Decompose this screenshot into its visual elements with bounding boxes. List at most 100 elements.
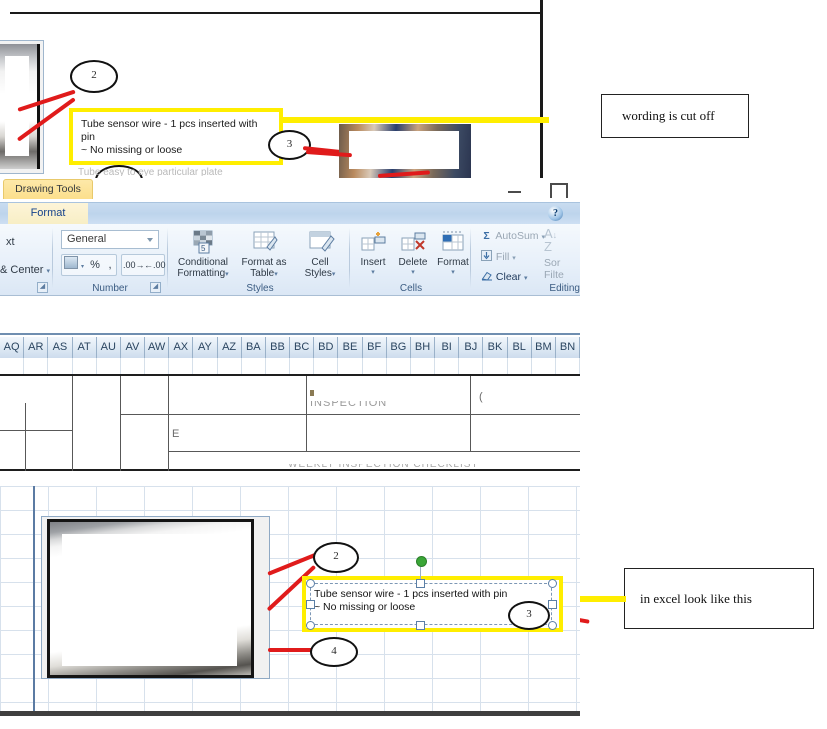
resize-handle-top-left[interactable] — [306, 579, 315, 588]
comma-style-button[interactable]: , — [103, 254, 117, 276]
resize-handle-middle-right[interactable] — [548, 600, 557, 609]
delete-cells-button[interactable]: Delete ▾ — [393, 229, 433, 276]
inspection-photo[interactable] — [47, 519, 254, 678]
column-header-AX[interactable]: AX — [169, 337, 194, 358]
resize-handle-top-center[interactable] — [416, 579, 425, 588]
column-header-BN[interactable]: BN — [556, 337, 580, 358]
grid-cell[interactable] — [97, 358, 121, 374]
resize-handle-bottom-center[interactable] — [416, 621, 425, 630]
alignment-dialog-launcher[interactable]: ◢ — [37, 282, 48, 293]
sort-az-icon: A↓ Z — [544, 226, 558, 254]
table-divider — [25, 403, 26, 471]
grid-cell[interactable] — [242, 358, 266, 374]
grid-cell[interactable] — [314, 358, 339, 374]
column-header-AW[interactable]: AW — [145, 337, 170, 358]
conditional-formatting-label-2: Formatting — [177, 268, 226, 279]
table-divider — [168, 376, 169, 471]
grid-cell[interactable] — [363, 358, 387, 374]
accounting-format-button[interactable]: ▾ — [62, 254, 86, 276]
decrease-decimal-button[interactable]: ←.00 — [143, 254, 166, 276]
grid-cell[interactable] — [532, 358, 556, 374]
column-header-AQ[interactable]: AQ — [0, 337, 25, 358]
column-header-AR[interactable]: AR — [24, 337, 49, 358]
column-header-AV[interactable]: AV — [121, 337, 146, 358]
column-header-BD[interactable]: BD — [314, 337, 339, 358]
merge-and-center-button[interactable]: & Center ▾ — [0, 264, 50, 276]
column-header-BK[interactable]: BK — [483, 337, 508, 358]
number-dialog-launcher[interactable]: ◢ — [150, 282, 161, 293]
eraser-icon — [480, 270, 493, 283]
column-header-AT[interactable]: AT — [73, 337, 97, 358]
column-header-AS[interactable]: AS — [48, 337, 73, 358]
clear-button[interactable]: Clear ▾ — [480, 270, 527, 283]
inspection-photo-container[interactable] — [41, 516, 270, 679]
ghost-paren: ( — [479, 391, 483, 403]
rotation-handle[interactable] — [416, 556, 427, 567]
conditional-formatting-icon: 5 — [188, 229, 218, 255]
column-header-BL[interactable]: BL — [508, 337, 532, 358]
grid-cell[interactable] — [435, 358, 460, 374]
grid-cell[interactable] — [193, 358, 218, 374]
table-divider — [168, 451, 580, 452]
conditional-formatting-button[interactable]: 5 Conditional Formatting▾ — [172, 229, 234, 280]
grid-cell[interactable] — [0, 358, 25, 374]
grid-cell[interactable] — [266, 358, 291, 374]
fill-down-icon — [480, 250, 493, 263]
minimize-button[interactable] — [508, 180, 526, 198]
column-header-BB[interactable]: BB — [266, 337, 291, 358]
column-header-BH[interactable]: BH — [411, 337, 436, 358]
grid-cell[interactable] — [121, 358, 146, 374]
grid-cell[interactable] — [169, 358, 194, 374]
grid-cell[interactable] — [508, 358, 532, 374]
column-header-BM[interactable]: BM — [532, 337, 556, 358]
column-header-AU[interactable]: AU — [97, 337, 121, 358]
autosum-button[interactable]: Σ AutoSum ▾ — [480, 230, 545, 242]
cell-styles-label-1: Cell — [311, 257, 329, 268]
wrap-text-button[interactable]: xt — [6, 236, 15, 248]
grid-cell[interactable] — [218, 358, 242, 374]
resize-handle-bottom-right[interactable] — [548, 621, 557, 630]
column-header-BJ[interactable]: BJ — [459, 337, 484, 358]
column-header-BA[interactable]: BA — [242, 337, 266, 358]
format-as-table-button[interactable]: Format as Table▾ — [236, 229, 292, 280]
sort-and-filter-button[interactable]: A↓ Z Sor Filte — [544, 226, 564, 281]
maximize-button[interactable] — [550, 180, 570, 198]
number-format-combo[interactable]: General — [61, 230, 159, 249]
column-header-BF[interactable]: BF — [363, 337, 387, 358]
increase-decimal-button[interactable]: .00→ — [122, 254, 145, 276]
fill-label: Fill — [495, 251, 510, 263]
grid-cell[interactable] — [24, 358, 49, 374]
insert-cells-button[interactable]: Insert ▾ — [354, 229, 392, 276]
resize-handle-middle-left[interactable] — [306, 600, 315, 609]
group-separator-1 — [52, 228, 53, 288]
column-header-BE[interactable]: BE — [338, 337, 363, 358]
grid-cell[interactable] — [48, 358, 73, 374]
column-header-AZ[interactable]: AZ — [218, 337, 242, 358]
fill-button[interactable]: Fill ▾ — [480, 250, 516, 263]
help-icon[interactable]: ? — [548, 206, 563, 221]
leader-line-lower-c — [268, 648, 316, 652]
column-header-BI[interactable]: BI — [435, 337, 460, 358]
column-header-BC[interactable]: BC — [290, 337, 315, 358]
grid-cell[interactable] — [483, 358, 508, 374]
grid-cell[interactable] — [145, 358, 170, 374]
percent-style-button[interactable]: % — [87, 254, 103, 276]
grid-cell[interactable] — [338, 358, 363, 374]
number-format-value: General — [67, 233, 107, 245]
column-header-BG[interactable]: BG — [387, 337, 411, 358]
cell-styles-button[interactable]: Cell Styles▾ — [294, 229, 346, 280]
grid-cell[interactable] — [556, 358, 580, 374]
ribbon-group-number: General ▾ % , .00→ ←.00 Number ◢ — [55, 224, 166, 295]
grid-cell[interactable] — [459, 358, 484, 374]
column-header-AY[interactable]: AY — [193, 337, 218, 358]
tab-format[interactable]: Format — [8, 203, 88, 225]
selected-textbox-line-1: Tube sensor wire - 1 pcs inserted with p… — [314, 588, 508, 600]
resize-handle-top-right[interactable] — [548, 579, 557, 588]
resize-handle-bottom-left[interactable] — [306, 621, 315, 630]
grid-cell[interactable] — [387, 358, 411, 374]
grid-cell[interactable] — [411, 358, 436, 374]
ghost-tick — [310, 390, 314, 396]
format-cells-button[interactable]: Format ▾ — [434, 229, 472, 276]
grid-cell[interactable] — [73, 358, 97, 374]
grid-cell[interactable] — [290, 358, 315, 374]
